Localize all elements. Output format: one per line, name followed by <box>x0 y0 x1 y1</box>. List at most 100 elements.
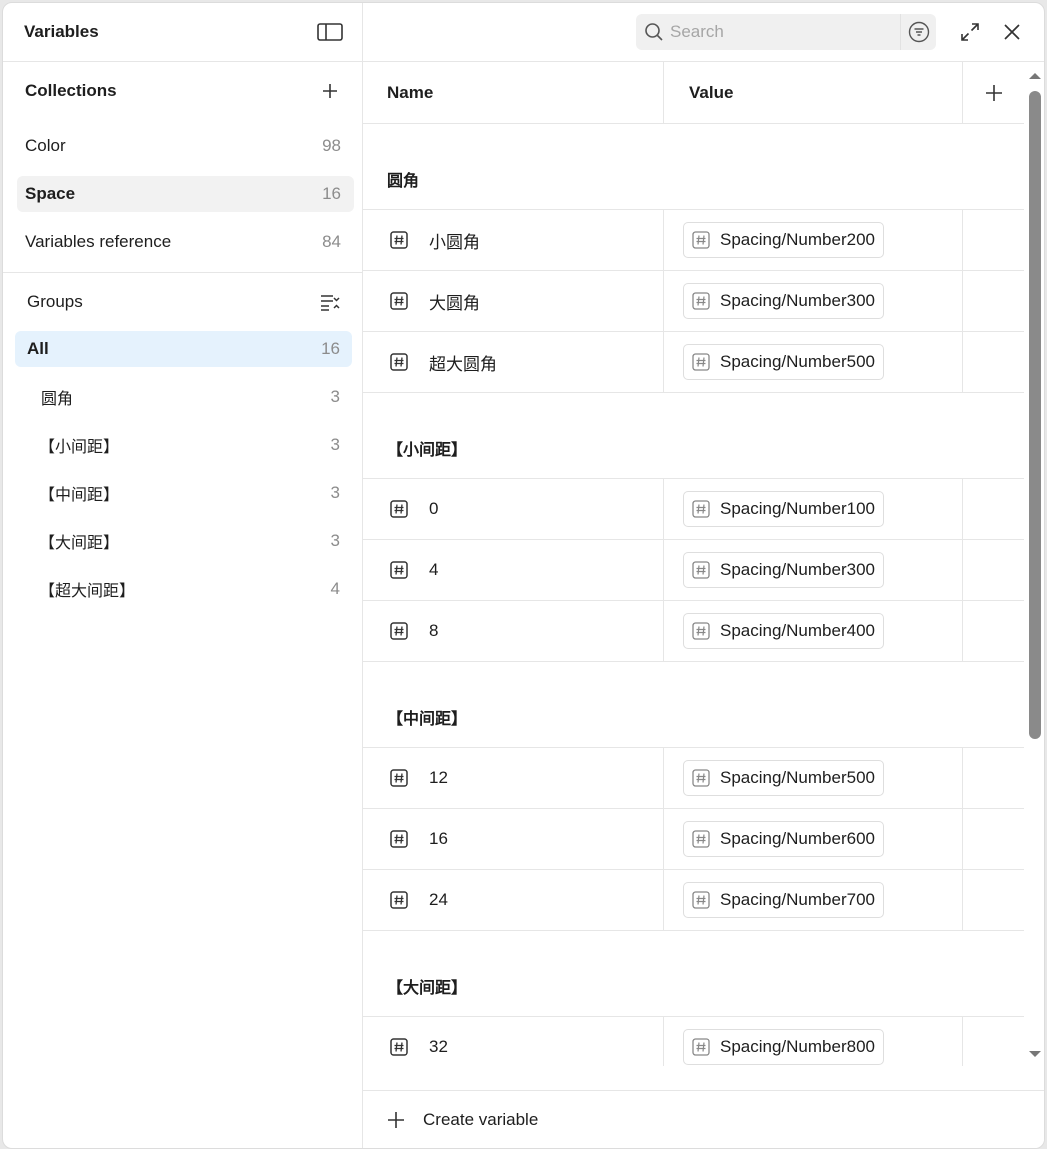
hash-icon <box>390 891 408 909</box>
group-item-all[interactable]: All 16 <box>15 331 352 367</box>
collection-item-variables-reference[interactable]: Variables reference 84 <box>17 224 354 260</box>
variable-alias-label: Spacing/Number300 <box>720 560 875 579</box>
create-variable-button[interactable]: Create variable <box>387 1110 538 1130</box>
table-row[interactable]: 32 Spacing/Number800 <box>363 1017 1024 1067</box>
expand-icon[interactable] <box>952 14 988 50</box>
group-item-small-spacing[interactable]: 【小间距】 3 <box>15 427 352 463</box>
hash-icon <box>692 292 710 310</box>
variable-name: 32 <box>429 1037 448 1056</box>
table-row[interactable]: 4 Spacing/Number300 <box>363 540 1024 601</box>
table-row[interactable]: 小圆角 Spacing/Number200 <box>363 210 1024 271</box>
table-group-header: 【中间距】 <box>363 662 1024 748</box>
variable-alias-pill[interactable]: Spacing/Number500 <box>683 344 884 380</box>
variable-alias-pill[interactable]: Spacing/Number700 <box>683 882 884 918</box>
group-label: 【大间距】 <box>39 535 120 552</box>
hash-icon <box>390 769 408 787</box>
mode-cell <box>963 479 1024 539</box>
variable-value-cell: Spacing/Number300 <box>664 540 963 600</box>
group-item-medium-spacing[interactable]: 【中间距】 3 <box>15 475 352 511</box>
group-item-large-spacing[interactable]: 【大间距】 3 <box>15 523 352 559</box>
variable-name-cell[interactable]: 大圆角 <box>363 271 664 331</box>
hash-icon <box>390 830 408 848</box>
variable-alias-label: Spacing/Number400 <box>720 621 875 640</box>
table-row[interactable]: 0 Spacing/Number100 <box>363 479 1024 540</box>
variable-name-cell[interactable]: 32 <box>363 1017 664 1067</box>
variable-alias-label: Spacing/Number500 <box>720 352 875 371</box>
variable-name-cell[interactable]: 0 <box>363 479 664 539</box>
mode-cell <box>963 210 1024 270</box>
variable-alias-pill[interactable]: Spacing/Number100 <box>683 491 884 527</box>
mode-cell <box>963 870 1024 930</box>
table-row[interactable]: 大圆角 Spacing/Number300 <box>363 271 1024 332</box>
table-group-header: 【小间距】 <box>363 393 1024 479</box>
hash-icon <box>390 231 408 249</box>
variable-alias-pill[interactable]: Spacing/Number800 <box>683 1029 884 1065</box>
variable-name-cell[interactable]: 4 <box>363 540 664 600</box>
sidebar-toggle-icon[interactable] <box>316 18 344 46</box>
variable-value-cell: Spacing/Number800 <box>664 1017 963 1067</box>
hash-icon <box>390 292 408 310</box>
collection-count: 98 <box>322 136 341 155</box>
table-row[interactable]: 24 Spacing/Number700 <box>363 870 1024 931</box>
hash-icon <box>692 769 710 787</box>
plus-icon <box>985 84 1002 101</box>
variable-name: 16 <box>429 829 448 848</box>
variable-name-cell[interactable]: 小圆角 <box>363 210 664 270</box>
group-item-xlarge-spacing[interactable]: 【超大间距】 4 <box>15 571 352 607</box>
group-label: 【中间距】 <box>39 487 120 504</box>
hash-icon <box>692 622 710 640</box>
hash-icon <box>390 622 408 640</box>
variable-value-cell: Spacing/Number100 <box>664 479 963 539</box>
table-row[interactable]: 超大圆角 Spacing/Number500 <box>363 332 1024 393</box>
variable-alias-pill[interactable]: Spacing/Number400 <box>683 613 884 649</box>
collection-label: Color <box>25 136 66 155</box>
table-row[interactable]: 12 Spacing/Number500 <box>363 748 1024 809</box>
variable-name-cell[interactable]: 12 <box>363 748 664 808</box>
create-variable-label: Create variable <box>423 1109 539 1129</box>
group-item-rounded[interactable]: 圆角 3 <box>15 379 352 415</box>
table-group-header: 圆角 <box>363 124 1024 210</box>
filter-icon[interactable] <box>900 14 936 50</box>
add-collection-button[interactable] <box>316 77 344 105</box>
hash-icon <box>390 1038 408 1056</box>
variable-alias-pill[interactable]: Spacing/Number200 <box>683 222 884 258</box>
variable-name: 小圆角 <box>429 232 480 252</box>
group-label: 圆角 <box>41 391 74 408</box>
vertical-scroll-thumb[interactable] <box>1029 91 1041 739</box>
table-row[interactable]: 8 Spacing/Number400 <box>363 601 1024 662</box>
variable-alias-pill[interactable]: Spacing/Number300 <box>683 283 884 319</box>
variable-name: 4 <box>429 560 439 579</box>
group-count: 16 <box>321 339 340 358</box>
hash-icon <box>692 353 710 371</box>
group-label: 【小间距】 <box>39 439 120 456</box>
variable-alias-pill[interactable]: Spacing/Number500 <box>683 760 884 796</box>
groups-title: Groups <box>27 292 83 311</box>
table-row[interactable]: 16 Spacing/Number600 <box>363 809 1024 870</box>
variable-alias-pill[interactable]: Spacing/Number300 <box>683 552 884 588</box>
hash-icon <box>390 353 408 371</box>
variable-name-cell[interactable]: 超大圆角 <box>363 332 664 392</box>
variable-alias-label: Spacing/Number100 <box>720 499 875 518</box>
add-mode-button[interactable] <box>963 62 1024 123</box>
variable-alias-label: Spacing/Number200 <box>720 230 875 249</box>
search-input[interactable] <box>670 22 880 42</box>
collection-item-space[interactable]: Space 16 <box>17 176 354 212</box>
plus-icon <box>388 1111 404 1128</box>
variable-alias-label: Spacing/Number600 <box>720 829 875 848</box>
sort-icon[interactable] <box>316 288 344 316</box>
horizontal-scrollbar[interactable] <box>363 1066 1024 1067</box>
hash-icon <box>692 500 710 518</box>
vertical-scrollbar[interactable] <box>1025 63 1044 1067</box>
collection-item-color[interactable]: Color 98 <box>17 128 354 164</box>
variable-alias-pill[interactable]: Spacing/Number600 <box>683 821 884 857</box>
variable-name-cell[interactable]: 24 <box>363 870 664 930</box>
variable-name: 24 <box>429 890 448 909</box>
mode-cell <box>963 1017 1024 1067</box>
group-count: 3 <box>330 387 340 406</box>
group-label: 【超大间距】 <box>39 583 136 600</box>
table-header: Name Value <box>363 62 1024 124</box>
variable-name-cell[interactable]: 16 <box>363 809 664 869</box>
close-icon[interactable] <box>994 14 1030 50</box>
variable-name-cell[interactable]: 8 <box>363 601 664 661</box>
hash-icon <box>692 891 710 909</box>
